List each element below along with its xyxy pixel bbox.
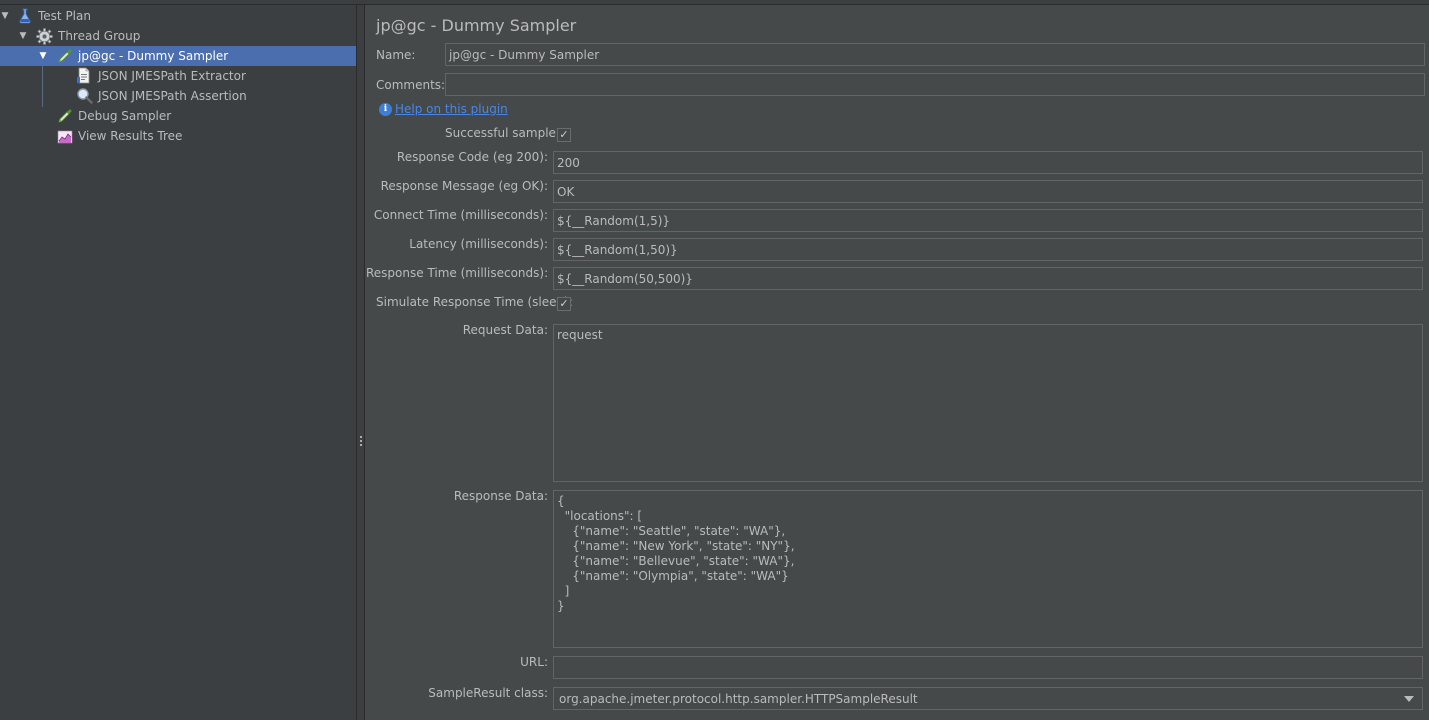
response-code-field[interactable]: 200 xyxy=(553,151,1423,174)
name-field[interactable]: jp@gc - Dummy Sampler xyxy=(445,43,1425,66)
tree-item-label: JSON JMESPath Extractor xyxy=(98,69,246,83)
expand-arrow-icon[interactable]: ▼ xyxy=(18,31,28,41)
response-data-textarea[interactable]: { "locations": [ {"name": "Seattle", "st… xyxy=(553,490,1423,648)
pipette-icon xyxy=(57,108,73,124)
response-message-field[interactable]: OK xyxy=(553,180,1423,203)
help-link[interactable]: Help on this plugin xyxy=(395,102,508,116)
tree-item-jmespath-extractor[interactable]: JSON JMESPath Extractor xyxy=(0,66,356,86)
tree-item-jmespath-assertion[interactable]: JSON JMESPath Assertion xyxy=(0,86,356,106)
tree-item-label: View Results Tree xyxy=(78,129,183,143)
successful-sample-checkbox[interactable]: ✓ xyxy=(557,128,571,142)
test-plan-tree[interactable]: ▼ Test Plan ▼ Thread Group ▼ jp@gc - Dum… xyxy=(0,5,357,720)
pipette-icon xyxy=(57,48,73,64)
simulate-response-time-label: Simulate Response Time (sleep): xyxy=(376,295,573,309)
flask-icon xyxy=(17,8,33,24)
dropdown-arrow-icon[interactable] xyxy=(1404,696,1414,702)
expand-arrow-icon[interactable]: ▼ xyxy=(38,51,48,61)
response-time-label: Response Time (milliseconds): xyxy=(366,266,549,280)
response-data-label: Response Data: xyxy=(453,489,548,503)
dummy-sampler-form: jp@gc - Dummy Sampler Name: jp@gc - Dumm… xyxy=(366,5,1429,720)
connect-time-label: Connect Time (milliseconds): xyxy=(373,208,548,222)
comments-label: Comments: xyxy=(376,78,446,92)
response-message-label: Response Message (eg OK): xyxy=(380,179,548,193)
sample-result-class-label: SampleResult class: xyxy=(428,686,548,700)
request-data-label: Request Data: xyxy=(462,323,548,337)
response-code-label: Response Code (eg 200): xyxy=(396,150,548,164)
splitter-grip-dot xyxy=(360,444,362,446)
panel-splitter[interactable] xyxy=(357,5,365,720)
tree-item-label: Test Plan xyxy=(38,9,91,23)
splitter-grip-dot xyxy=(360,440,362,442)
tree-item-thread-group[interactable]: ▼ Thread Group xyxy=(0,26,356,46)
info-icon: i xyxy=(379,103,392,116)
gear-icon xyxy=(36,28,53,45)
url-label: URL: xyxy=(520,655,548,669)
connect-time-field[interactable]: ${__Random(1,5)} xyxy=(553,209,1423,232)
name-label: Name: xyxy=(376,48,416,62)
tree-item-test-plan[interactable]: ▼ Test Plan xyxy=(0,6,356,26)
comments-field[interactable] xyxy=(445,73,1425,96)
page-title: jp@gc - Dummy Sampler xyxy=(376,16,577,35)
response-time-field[interactable]: ${__Random(50,500)} xyxy=(553,267,1423,290)
tree-item-view-results-tree[interactable]: View Results Tree xyxy=(0,126,356,146)
sample-result-class-select[interactable]: org.apache.jmeter.protocol.http.sampler.… xyxy=(553,687,1423,710)
latency-field[interactable]: ${__Random(1,50)} xyxy=(553,238,1423,261)
expand-arrow-icon[interactable]: ▼ xyxy=(0,11,10,21)
tree-item-label: Debug Sampler xyxy=(78,109,172,123)
url-field[interactable] xyxy=(553,656,1423,679)
magnifier-icon xyxy=(76,87,93,104)
splitter-grip-dot xyxy=(360,436,362,438)
simulate-response-time-checkbox[interactable]: ✓ xyxy=(557,297,571,311)
document-icon xyxy=(76,67,92,84)
successful-sample-label: Successful sample: xyxy=(445,126,560,140)
tree-item-label: Thread Group xyxy=(58,29,141,43)
chart-icon xyxy=(57,129,73,145)
tree-item-debug-sampler[interactable]: Debug Sampler xyxy=(0,106,356,126)
request-data-textarea[interactable]: request xyxy=(553,324,1423,482)
tree-item-dummy-sampler[interactable]: ▼ jp@gc - Dummy Sampler xyxy=(0,46,356,66)
tree-item-label: JSON JMESPath Assertion xyxy=(98,89,247,103)
latency-label: Latency (milliseconds): xyxy=(409,237,548,251)
tree-item-label: jp@gc - Dummy Sampler xyxy=(78,49,229,63)
sample-result-class-value: org.apache.jmeter.protocol.http.sampler.… xyxy=(559,691,918,706)
